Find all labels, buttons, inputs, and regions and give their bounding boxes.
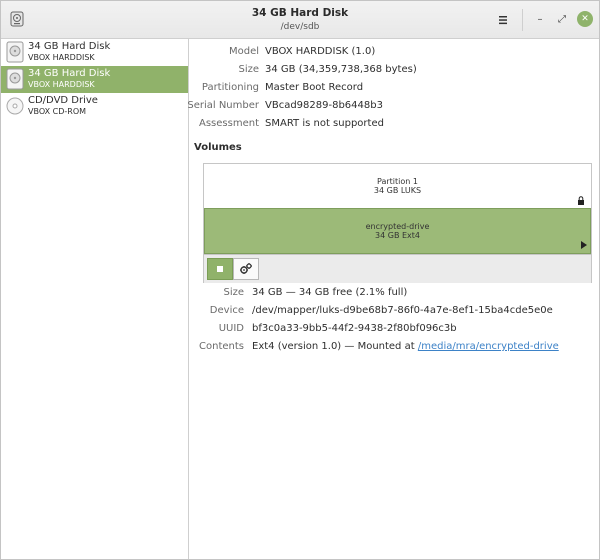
device-label: Device — [209, 305, 244, 316]
uuid-row: UUID bf3c0a33-9bb5-44f2-9438-2f80bf096c3… — [189, 323, 457, 337]
header-bar: 34 GB Hard Disk /dev/sdb – ⤢ ✕ — [1, 1, 599, 39]
device-row: Device /dev/mapper/luks-d9be68b7-86f0-4a… — [189, 305, 553, 319]
hard-disk-icon — [6, 41, 24, 63]
encrypted-drive-block[interactable]: encrypted-drive 34 GB Ext4 — [204, 208, 591, 254]
uuid-label: UUID — [218, 323, 244, 334]
partition-name: Partition 1 — [377, 177, 418, 186]
partition-size: 34 GB LUKS — [373, 186, 422, 195]
drive-item-hard-disk-2[interactable]: 34 GB Hard Disk VBOX HARDDISK — [1, 66, 188, 93]
drive-item-hard-disk-1[interactable]: 34 GB Hard Disk VBOX HARDDISK — [1, 39, 188, 66]
volumes-map: Partition 1 34 GB LUKS encrypted-drive 3… — [203, 163, 592, 283]
serial-label: Serial Number — [187, 100, 259, 111]
drive-sidebar: 34 GB Hard Disk VBOX HARDDISK 34 GB Hard… — [1, 39, 189, 559]
volumes-heading: Volumes — [194, 142, 242, 153]
volume-size: 34 GB Ext4 — [375, 231, 420, 240]
volume-size-label: Size — [223, 287, 244, 298]
mounted-indicator-icon — [581, 241, 587, 249]
hard-disk-icon — [6, 68, 24, 90]
additional-options-button[interactable] — [233, 258, 259, 280]
hamburger-menu-icon — [499, 16, 507, 25]
close-button[interactable]: ✕ — [577, 11, 593, 27]
mount-point-link[interactable]: /media/mra/encrypted-drive — [418, 341, 559, 352]
size-row: Size 34 GB (34,359,738,368 bytes) — [189, 64, 416, 78]
assessment-row: Assessment SMART is not supported — [189, 118, 384, 132]
minimize-button[interactable]: – — [532, 11, 548, 27]
device-value: /dev/mapper/luks-d9be68b7-86f0-4a7e-8ef1… — [252, 305, 553, 316]
maximize-button[interactable]: ⤢ — [554, 11, 570, 27]
model-label: Model — [228, 46, 259, 57]
assessment-value: SMART is not supported — [265, 118, 384, 129]
contents-value: Ext4 (version 1.0) — Mounted at /media/m… — [252, 341, 559, 352]
drive-item-cd-dvd[interactable]: CD/DVD Drive VBOX CD-ROM — [1, 93, 188, 120]
partitioning-value: Master Boot Record — [265, 82, 364, 93]
contents-row: Contents Ext4 (version 1.0) — Mounted at… — [189, 341, 559, 355]
drive-model: VBOX HARDDISK — [28, 53, 95, 62]
drive-name: CD/DVD Drive — [28, 95, 98, 106]
partitioning-row: Partitioning Master Boot Record — [189, 82, 363, 96]
drive-name: 34 GB Hard Disk — [28, 41, 111, 52]
volume-size-row: Size 34 GB — 34 GB free (2.1% full) — [189, 287, 407, 301]
volume-size-value: 34 GB — 34 GB free (2.1% full) — [252, 287, 408, 298]
stop-icon — [217, 266, 223, 272]
contents-label: Contents — [199, 341, 244, 352]
contents-text: Ext4 (version 1.0) — Mounted at — [252, 341, 418, 352]
unmount-button[interactable] — [207, 258, 233, 280]
serial-value: VBcad98289-8b6448b3 — [265, 100, 383, 111]
drive-name: 34 GB Hard Disk — [28, 68, 111, 79]
disk-details-pane: Model VBOX HARDDISK (1.0) Size 34 GB (34… — [187, 39, 599, 559]
disks-window: 34 GB Hard Disk /dev/sdb – ⤢ ✕ 34 GB Har… — [0, 0, 600, 560]
optical-disc-icon — [6, 97, 24, 115]
lock-icon — [578, 196, 584, 205]
size-label: Size — [238, 64, 259, 75]
model-row: Model VBOX HARDDISK (1.0) — [189, 46, 375, 60]
hamburger-menu-button[interactable] — [493, 10, 513, 30]
volume-toolbar — [204, 254, 591, 283]
drive-model: VBOX CD-ROM — [28, 107, 87, 116]
partitioning-label: Partitioning — [201, 82, 259, 93]
assessment-label: Assessment — [199, 118, 259, 129]
header-separator — [522, 9, 523, 31]
volume-name: encrypted-drive — [365, 222, 430, 231]
gears-icon — [240, 263, 252, 274]
model-value: VBOX HARDDISK (1.0) — [265, 46, 376, 57]
uuid-value: bf3c0a33-9bb5-44f2-9438-2f80bf096c3b — [252, 323, 457, 334]
serial-row: Serial Number VBcad98289-8b6448b3 — [187, 100, 383, 114]
partition-1-block[interactable]: Partition 1 34 GB LUKS — [204, 164, 591, 208]
drive-model: VBOX HARDDISK — [28, 80, 95, 89]
size-value: 34 GB (34,359,738,368 bytes) — [265, 64, 417, 75]
